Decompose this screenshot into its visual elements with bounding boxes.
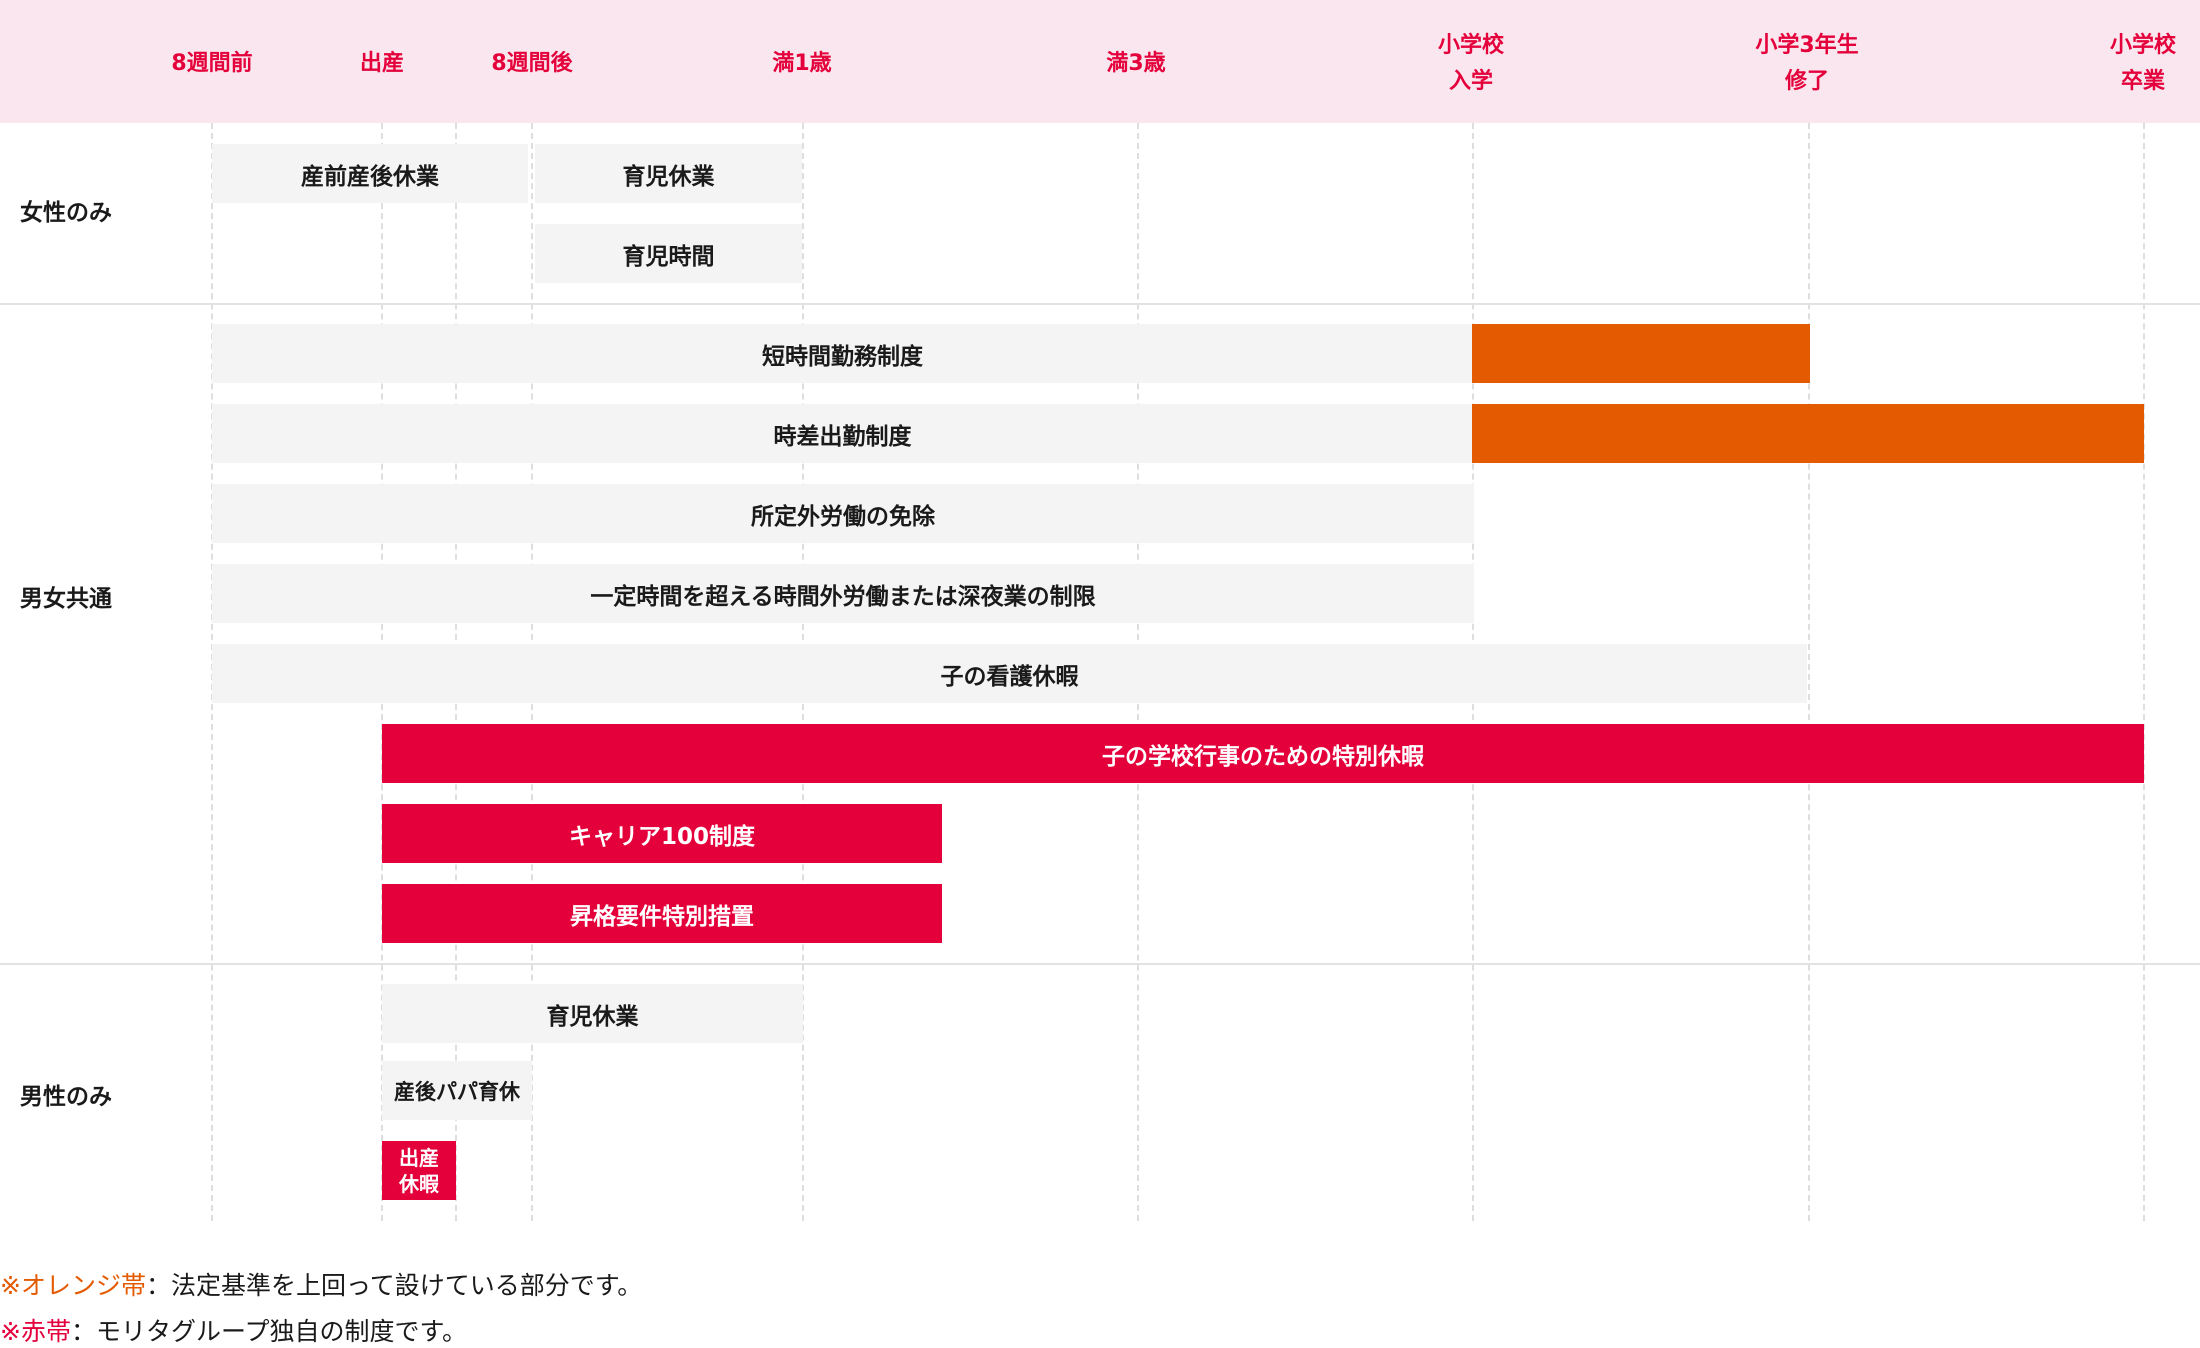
tick-grade3-complete: 小学3年生 修了 [1755,33,1859,94]
tick-birth: 出産 [359,51,404,76]
section-label-women: 女性のみ [20,200,112,226]
bar-staggered-hours: 時差出勤制度 [212,404,1473,463]
bar-overtime-limit: 一定時間を超える時間外労働または深夜業の制限 [212,564,1474,623]
bar-staggered-hours-extended [1472,404,2144,463]
tick-elementary-entry: 小学校 入学 [1437,33,1504,94]
bar-short-hours: 短時間勤務制度 [212,324,1473,383]
tick-8-weeks-after: 8週間後 [491,51,573,76]
legend-orange: ※オレンジ帯：法定基準を上回って設けている部分です。 [0,1266,642,1302]
section-divider [0,303,2200,305]
bar-paternity-birth-leave-line1: 出産 [399,1145,439,1170]
section-label-men: 男性のみ [20,1084,112,1110]
section-label-common: 男女共通 [20,586,112,612]
bar-childcare-leave-women: 育児休業 [535,144,802,203]
tick-elementary-graduation: 小学校 卒業 [2109,33,2176,94]
bar-maternity-leave: 産前産後休業 [212,144,528,203]
timeline-header: 8週間前 出産 8週間後 満1歳 満3歳 小学校 入学 小学3年生 修了 小学校 卒業 [0,0,2200,123]
bar-childcare-leave-men: 育児休業 [382,984,803,1043]
bar-promotion-measure: 昇格要件特別措置 [382,884,942,943]
gridline [2143,123,2145,1221]
section-divider [0,963,2200,965]
legend-red: ※赤帯：モリタグループ独自の制度です。 [0,1312,467,1348]
legend-red-text: ：モリタグループ独自の制度です。 [70,1317,467,1346]
tick-8-weeks-before: 8週間前 [171,51,253,76]
bar-career-100: キャリア100制度 [382,804,942,863]
bar-nursing-time: 育児時間 [535,224,802,283]
legend-red-key: ※赤帯 [0,1317,71,1346]
bar-overtime-exemption: 所定外労働の免除 [212,484,1474,543]
tick-age-3: 満3歳 [1106,51,1166,76]
tick-age-1: 満1歳 [772,51,832,76]
bar-paternity-birth-leave: 出産 休暇 [382,1141,456,1200]
bar-school-event-leave: 子の学校行事のための特別休暇 [382,724,2144,783]
childcare-support-timeline: 8週間前 出産 8週間後 満1歳 満3歳 小学校 入学 小学3年生 修了 小学校 卒業… [0,0,2200,1348]
gridline [1808,123,1810,1221]
bar-paternity-birth-leave-line2: 休暇 [399,1171,439,1196]
bar-postnatal-papa-leave: 産後パパ育休 [382,1061,532,1120]
legend-orange-key: ※オレンジ帯 [0,1271,146,1300]
bar-short-hours-extended [1472,324,1810,383]
bar-child-nursing-leave: 子の看護休暇 [212,644,1807,703]
legend-orange-text: ：法定基準を上回って設けている部分です。 [145,1271,643,1300]
